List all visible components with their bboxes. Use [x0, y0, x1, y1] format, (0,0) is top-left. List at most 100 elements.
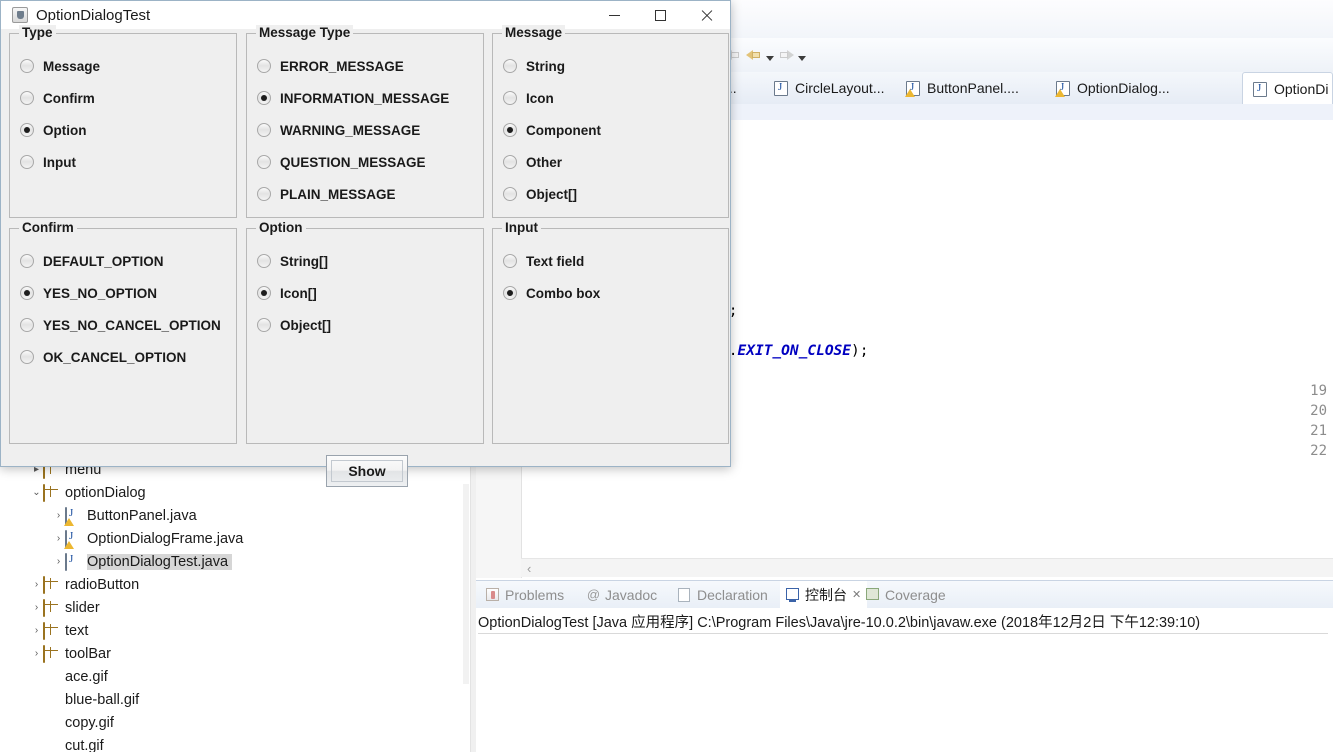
radio-unchecked-icon[interactable] [20, 254, 34, 268]
radio-message-4[interactable]: Object[] [503, 184, 577, 204]
radio-message-type-4[interactable]: PLAIN_MESSAGE [257, 184, 396, 204]
radio-input-0[interactable]: Text field [503, 251, 584, 271]
radio-unchecked-icon[interactable] [503, 59, 517, 73]
radio-unchecked-icon[interactable] [257, 254, 271, 268]
maximize-button[interactable] [637, 1, 683, 29]
editor-tab-3[interactable]: OptionDialog... [1046, 72, 1238, 104]
forward-dropdown-chevron-down-icon[interactable] [798, 56, 806, 61]
radio-label: ERROR_MESSAGE [280, 58, 404, 74]
radio-checked-icon[interactable] [257, 286, 271, 300]
radio-message-type-3[interactable]: QUESTION_MESSAGE [257, 152, 426, 172]
tree-item-2[interactable]: ›ButtonPanel.java [0, 504, 468, 527]
radio-unchecked-icon[interactable] [20, 91, 34, 105]
view-tab-1[interactable]: @ Javadoc [580, 581, 663, 608]
chevron-right-icon[interactable]: › [52, 556, 65, 567]
show-button[interactable]: Show [326, 455, 408, 487]
radio-message-type-1[interactable]: INFORMATION_MESSAGE [257, 88, 449, 108]
radio-unchecked-icon[interactable] [503, 155, 517, 169]
radio-label: INFORMATION_MESSAGE [280, 90, 450, 106]
radio-checked-icon[interactable] [257, 91, 271, 105]
tree-item-10[interactable]: blue-ball.gif [0, 688, 468, 711]
view-tab-label: Javadoc [605, 586, 658, 603]
chevron-right-icon[interactable]: › [30, 648, 43, 659]
radio-type-1[interactable]: Confirm [20, 88, 95, 108]
radio-checked-icon[interactable] [20, 123, 34, 137]
radio-checked-icon[interactable] [20, 286, 34, 300]
radio-unchecked-icon[interactable] [20, 155, 34, 169]
radio-unchecked-icon[interactable] [20, 59, 34, 73]
chevron-down-icon[interactable]: ⌄ [30, 487, 43, 498]
code-token: ); [851, 343, 869, 359]
close-button[interactable] [683, 1, 729, 29]
chevron-right-icon[interactable]: › [30, 625, 43, 636]
tree-item-11[interactable]: copy.gif [0, 711, 468, 734]
radio-checked-icon[interactable] [503, 286, 517, 300]
radio-unchecked-icon[interactable] [20, 350, 34, 364]
tree-item-9[interactable]: ace.gif [0, 665, 468, 688]
chevron-right-icon[interactable]: › [30, 579, 43, 590]
radio-input-1[interactable]: Combo box [503, 283, 600, 303]
radio-type-0[interactable]: Message [20, 56, 100, 76]
radio-confirm-1[interactable]: YES_NO_OPTION [20, 283, 157, 303]
radio-confirm-0[interactable]: DEFAULT_OPTION [20, 251, 164, 271]
radio-message-type-2[interactable]: WARNING_MESSAGE [257, 120, 420, 140]
view-tab-0[interactable]: Problems [480, 581, 570, 608]
tree-item-label: copy.gif [65, 714, 114, 731]
radio-unchecked-icon[interactable] [257, 123, 271, 137]
editor-tab-1[interactable]: CircleLayout... [764, 72, 892, 104]
radio-unchecked-icon[interactable] [257, 59, 271, 73]
radio-type-2[interactable]: Option [20, 120, 87, 140]
radio-unchecked-icon[interactable] [503, 254, 517, 268]
navigate-back-icon[interactable] [745, 46, 763, 64]
group-title-message-type: Message Type [256, 25, 354, 40]
console-output-area[interactable] [476, 634, 1333, 753]
view-tab-3[interactable]: 控制台 ✕ [780, 581, 868, 608]
explorer-vertical-scrollbar[interactable] [462, 458, 470, 752]
project-tree[interactable]: ▸menu⌄optionDialog›ButtonPanel.java›Opti… [0, 458, 468, 752]
radio-type-3[interactable]: Input [20, 152, 76, 172]
radio-confirm-3[interactable]: OK_CANCEL_OPTION [20, 347, 186, 367]
radio-option-0[interactable]: String[] [257, 251, 328, 271]
chevron-right-icon[interactable]: › [30, 602, 43, 613]
radio-option-1[interactable]: Icon[] [257, 283, 317, 303]
tree-item-12[interactable]: cut.gif [0, 734, 468, 753]
tree-item-7[interactable]: › text [0, 619, 468, 642]
tree-item-6[interactable]: › slider [0, 596, 468, 619]
scrollbar-thumb[interactable] [463, 484, 469, 684]
tree-item-4[interactable]: › OptionDialogTest.java [0, 550, 468, 573]
radio-message-3[interactable]: Other [503, 152, 562, 172]
line-number: 19 [1310, 383, 1327, 399]
close-icon [700, 9, 713, 22]
radio-unchecked-icon[interactable] [503, 187, 517, 201]
navigate-forward-icon[interactable] [777, 46, 795, 64]
radio-message-0[interactable]: String [503, 56, 565, 76]
radio-unchecked-icon[interactable] [503, 91, 517, 105]
console-view-panel: Problems @ Javadoc Declaration 控制台 ✕ Coverage … [476, 580, 1333, 753]
radio-message-2[interactable]: Component [503, 120, 601, 140]
tree-item-8[interactable]: › toolBar [0, 642, 468, 665]
radio-unchecked-icon[interactable] [257, 318, 271, 332]
radio-unchecked-icon[interactable] [257, 155, 271, 169]
chevron-left-icon[interactable]: ‹ [527, 561, 531, 576]
radio-message-type-0[interactable]: ERROR_MESSAGE [257, 56, 404, 76]
dialog-title-bar[interactable]: OptionDialogTest [1, 1, 730, 29]
image-file-icon [43, 715, 60, 731]
view-tab-4[interactable]: Coverage [860, 581, 952, 608]
radio-unchecked-icon[interactable] [20, 318, 34, 332]
editor-horizontal-scrollbar[interactable]: ‹ [521, 558, 1333, 577]
back-dropdown-chevron-down-icon[interactable] [766, 56, 774, 61]
radio-confirm-2[interactable]: YES_NO_CANCEL_OPTION [20, 315, 221, 335]
radio-message-1[interactable]: Icon [503, 88, 554, 108]
minimize-button[interactable] [591, 1, 637, 29]
radio-unchecked-icon[interactable] [257, 187, 271, 201]
package-icon [43, 598, 60, 617]
radio-option-2[interactable]: Object[] [257, 315, 331, 335]
option-dialog-test-window[interactable]: OptionDialogTest Type Message Confirm Optio… [0, 0, 731, 487]
editor-tab-4[interactable]: OptionDi [1242, 72, 1333, 104]
view-tab-2[interactable]: Declaration [672, 581, 774, 608]
tree-item-3[interactable]: ›OptionDialogFrame.java [0, 527, 468, 550]
tree-item-5[interactable]: › radioButton [0, 573, 468, 596]
group-type: Type Message Confirm Option Input [9, 25, 237, 218]
radio-checked-icon[interactable] [503, 123, 517, 137]
editor-tab-2[interactable]: ButtonPanel.... [896, 72, 1042, 104]
